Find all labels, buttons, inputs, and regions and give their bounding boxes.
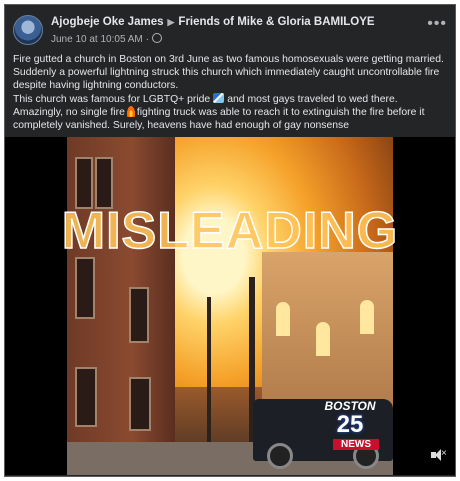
post-text-line: Fire gutted a church in Boston on 3rd Ju… — [13, 54, 444, 65]
post-text-line: This church was famous for LGBTQ+ pride a… — [13, 92, 449, 106]
post-author-line: Ajogbeje Oke James ▶ Friends of Mike & Glo… — [51, 16, 375, 28]
post-meta: June 10 at 10:05 AM · — [51, 33, 163, 45]
brick-building — [67, 137, 175, 475]
meta-separator: · — [145, 34, 150, 45]
group-name[interactable]: Friends of Mike & Gloria BAMILOYE — [178, 16, 374, 28]
post-text: Fire gutted a church in Boston on 3rd Ju… — [13, 53, 449, 132]
post-text-line: completely vanished. Surely, heavens hav… — [13, 120, 350, 132]
news-logo: BOSTON 25 NEWS — [315, 399, 385, 455]
fire-icon — [126, 105, 135, 117]
post-timestamp[interactable]: June 10 at 10:05 AM — [51, 34, 143, 45]
author-name[interactable]: Ajogbeje Oke James — [51, 16, 164, 28]
video-player[interactable]: BOSTON 25 NEWS MISLEADING × — [5, 137, 455, 475]
post-text-fragment: fighting truck was able to reach it to e… — [136, 106, 425, 118]
light-pole — [207, 297, 211, 447]
video-frame: BOSTON 25 NEWS — [67, 137, 393, 475]
post-text-line: Amazingly, no single fire fighting truck … — [13, 105, 449, 119]
rainbow-flag-icon — [213, 92, 225, 103]
globe-icon — [152, 33, 163, 43]
post-text-line: despite having lightning conductors. — [13, 80, 179, 92]
post-text-fragment: This church was famous for LGBTQ+ pride — [13, 93, 211, 105]
post-header: Ajogbeje Oke James ▶ Friends of Mike & Glo… — [13, 15, 447, 49]
news-logo-brand: NEWS — [333, 439, 379, 450]
post-text-fragment: Amazingly, no single fire — [13, 106, 125, 118]
avatar[interactable] — [13, 15, 43, 45]
post-card: Ajogbeje Oke James ▶ Friends of Mike & Glo… — [4, 4, 456, 477]
post-text-line: Suddenly a powerful lightning struck thi… — [13, 67, 440, 79]
mute-icon[interactable]: × — [431, 448, 447, 461]
triangle-right-icon: ▶ — [167, 17, 175, 27]
more-options-icon[interactable]: ••• — [427, 16, 447, 32]
burning-church — [262, 252, 393, 412]
news-logo-channel: 25 — [336, 411, 364, 438]
misleading-label: MISLEADING — [61, 201, 399, 261]
post-text-fragment: and most gays traveled to wed there. — [227, 93, 398, 105]
